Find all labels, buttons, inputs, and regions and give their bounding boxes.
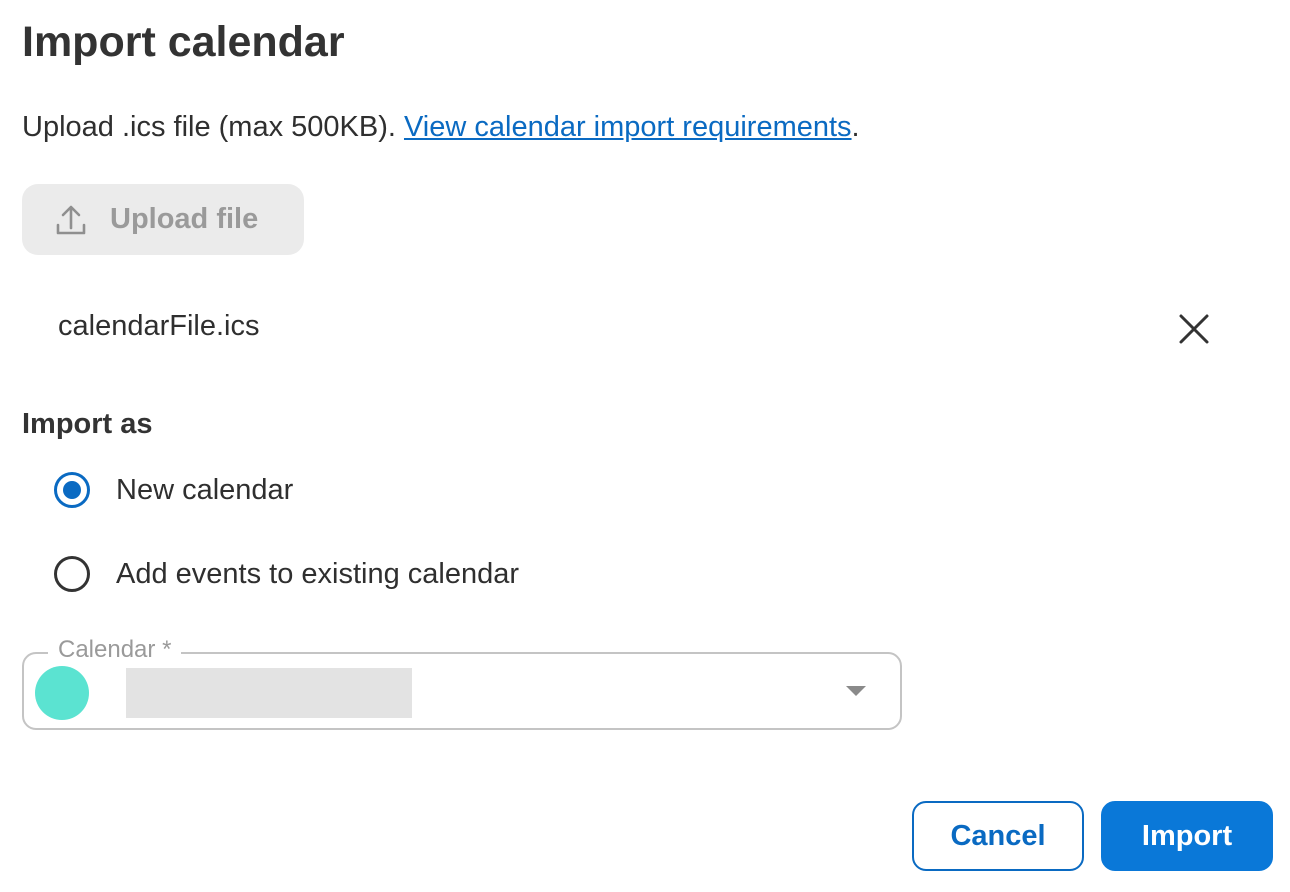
calendar-select-label: Calendar *	[48, 632, 182, 668]
required-marker: *	[162, 636, 172, 663]
radio-existing-calendar-label: Add events to existing calendar	[116, 557, 520, 590]
radio-new-calendar[interactable]: New calendar	[54, 470, 293, 510]
radio-new-calendar-label: New calendar	[116, 473, 294, 506]
upload-file-button[interactable]: Upload file	[22, 184, 304, 255]
description-end: .	[851, 111, 860, 143]
radio-existing-calendar[interactable]: Add events to existing calendar	[54, 554, 519, 594]
upload-description-text: Upload .ics file (max 500KB).	[22, 111, 404, 143]
import-calendar-dialog: Import calendar Upload .ics file (max 50…	[0, 0, 1290, 892]
upload-icon	[56, 204, 86, 236]
calendar-select[interactable]: Calendar *	[22, 632, 902, 730]
chevron-down-icon[interactable]	[844, 684, 868, 698]
calendar-label-text: Calendar	[58, 636, 156, 663]
upload-file-label: Upload file	[110, 203, 259, 235]
cancel-button[interactable]: Cancel	[912, 801, 1084, 871]
radio-button-unchecked[interactable]	[54, 556, 90, 592]
selected-file-row: calendarFile.ics	[58, 308, 1218, 352]
close-icon[interactable]	[1176, 311, 1212, 347]
import-requirements-link[interactable]: View calendar import requirements	[404, 111, 852, 143]
calendar-color-swatch	[35, 666, 89, 720]
upload-description: Upload .ics file (max 500KB). View calen…	[22, 107, 860, 147]
file-name: calendarFile.ics	[58, 310, 260, 342]
dialog-title: Import calendar	[22, 18, 345, 66]
import-button[interactable]: Import	[1101, 801, 1273, 871]
calendar-value-redacted	[126, 668, 412, 718]
import-as-label: Import as	[22, 408, 153, 440]
radio-button-checked[interactable]	[54, 472, 90, 508]
